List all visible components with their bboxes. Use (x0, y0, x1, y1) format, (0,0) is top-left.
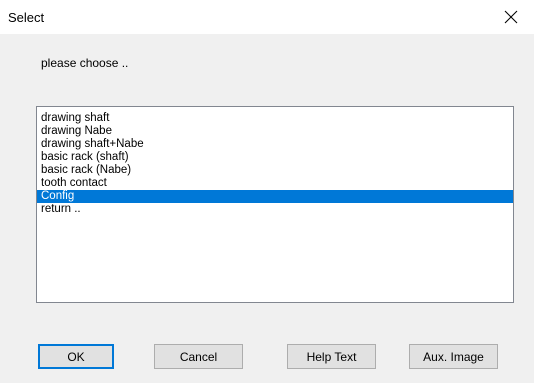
selection-listbox[interactable]: drawing shaft drawing Nabe drawing shaft… (36, 106, 514, 303)
list-items: drawing shaft drawing Nabe drawing shaft… (37, 107, 513, 216)
close-icon (504, 10, 518, 24)
list-item[interactable]: return .. (37, 203, 513, 216)
list-item[interactable]: drawing shaft (37, 112, 513, 125)
list-item[interactable]: basic rack (Nabe) (37, 164, 513, 177)
prompt-label: please choose .. (41, 56, 129, 70)
help-text-button[interactable]: Help Text (287, 344, 376, 369)
window-title: Select (8, 10, 45, 25)
list-item[interactable]: drawing Nabe (37, 125, 513, 138)
title-bar: Select (0, 0, 534, 34)
aux-image-button[interactable]: Aux. Image (409, 344, 498, 369)
list-item[interactable]: basic rack (shaft) (37, 151, 513, 164)
list-item-selected[interactable]: Config (37, 190, 513, 203)
select-dialog: Select please choose .. drawing shaft dr… (0, 0, 534, 383)
ok-button[interactable]: OK (38, 344, 114, 369)
cancel-button[interactable]: Cancel (154, 344, 243, 369)
list-item[interactable]: drawing shaft+Nabe (37, 138, 513, 151)
close-button[interactable] (488, 0, 534, 34)
list-item[interactable]: tooth contact (37, 177, 513, 190)
